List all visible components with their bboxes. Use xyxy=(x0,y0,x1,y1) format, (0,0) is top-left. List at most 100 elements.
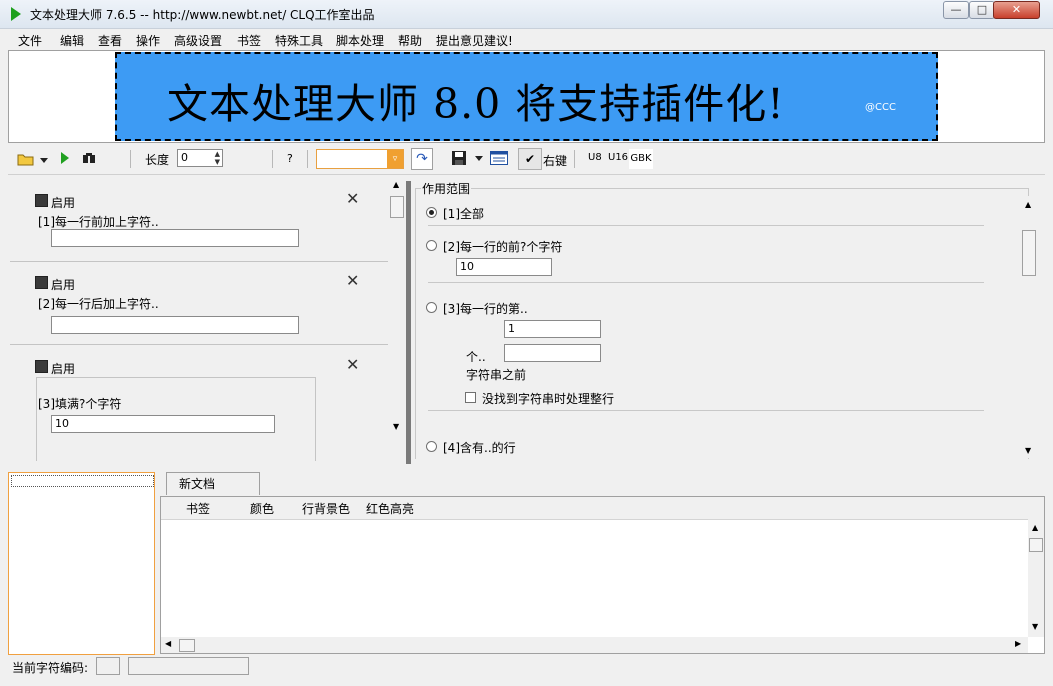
scroll-down-icon[interactable]: ▼ xyxy=(1032,622,1038,631)
menu-edit[interactable]: 编辑 xyxy=(60,32,84,49)
list-view-icon[interactable] xyxy=(490,151,508,165)
menu-advanced[interactable]: 高级设置 xyxy=(174,32,222,49)
window-title: 文本处理大师 7.6.5 -- http://www.newbt.net/ CL… xyxy=(30,8,375,22)
scroll-down-icon[interactable]: ▼ xyxy=(1025,446,1031,455)
prefix-text-input[interactable] xyxy=(51,229,299,247)
scroll-up-icon[interactable]: ▲ xyxy=(1032,523,1038,532)
left-scrollbar[interactable]: ▲ ▼ xyxy=(389,178,405,436)
scope-radio-nth[interactable] xyxy=(426,302,437,313)
close-icon[interactable]: ✕ xyxy=(346,189,359,208)
scope-radio-contains[interactable] xyxy=(426,441,437,452)
action-title: [2]每一行后加上字符.. xyxy=(38,297,159,311)
scope-option-nth: [3]每一行的第.. xyxy=(443,302,528,316)
menu-script[interactable]: 脚本处理 xyxy=(336,32,384,49)
binoculars-icon[interactable] xyxy=(82,152,96,164)
menu-file[interactable]: 文件 xyxy=(18,32,42,49)
scope-radio-all[interactable] xyxy=(426,207,437,218)
bookmark-hscroll[interactable]: ◀ ▶ xyxy=(161,637,1028,653)
encoding-status-value xyxy=(96,657,120,675)
divider xyxy=(428,282,984,283)
chevron-down-icon[interactable] xyxy=(40,158,48,163)
enable-checkbox[interactable] xyxy=(35,194,48,207)
nth-start-input[interactable]: 1 xyxy=(504,320,601,338)
enable-label: 启用 xyxy=(51,278,76,292)
length-label: 长度 xyxy=(145,153,170,167)
nth-suffix-label: 字符串之前 xyxy=(466,368,527,382)
scroll-up-icon[interactable]: ▲ xyxy=(1025,200,1031,209)
scroll-thumb[interactable] xyxy=(179,639,195,652)
minimize-button[interactable]: — xyxy=(943,1,969,19)
first-n-input[interactable]: 10 xyxy=(456,258,552,276)
length-spinner[interactable]: 0 ▲ ▼ xyxy=(177,149,223,167)
length-value: 0 xyxy=(181,151,188,164)
card-divider xyxy=(10,344,388,345)
menu-feedback[interactable]: 提出意见建议! xyxy=(436,32,513,49)
scope-radio-first-n[interactable] xyxy=(426,240,437,251)
close-button[interactable]: ✕ xyxy=(993,1,1040,19)
toolbar-separator xyxy=(130,150,131,168)
bookmark-panel: 书签 颜色 行背景色 红色高亮 ▲ ▼ ◀ ▶ xyxy=(160,496,1045,654)
banner-text: 文本处理大师 8.0 将支持插件化! xyxy=(167,80,785,128)
bookmark-vscroll[interactable]: ▲ ▼ xyxy=(1028,519,1044,637)
scope-group: 作用范围 [1]全部 [2]每一行的前?个字符 10 [3]每一行的第.. 1 … xyxy=(413,180,1043,460)
save-icon[interactable] xyxy=(452,151,466,165)
menu-bookmarks[interactable]: 书签 xyxy=(237,32,261,49)
whole-line-label: 没找到字符串时处理整行 xyxy=(482,392,615,406)
enable-checkbox[interactable] xyxy=(35,276,48,289)
toolbar-separator xyxy=(272,150,273,168)
pane-splitter[interactable] xyxy=(406,181,411,464)
menu-operate[interactable]: 操作 xyxy=(136,32,160,49)
run-icon[interactable] xyxy=(60,152,70,164)
enable-checkbox[interactable] xyxy=(35,360,48,373)
scroll-left-icon[interactable]: ◀ xyxy=(165,639,171,648)
status-bar: 当前字符编码: xyxy=(8,656,1045,678)
help-button[interactable]: ? xyxy=(287,152,293,165)
combo-dropdown-icon[interactable]: ▿ xyxy=(387,150,403,168)
scroll-up-icon[interactable]: ▲ xyxy=(393,180,399,189)
suffix-text-input[interactable] xyxy=(51,316,299,334)
menu-help[interactable]: 帮助 xyxy=(398,32,422,49)
fill-count-input[interactable]: 10 xyxy=(51,415,275,433)
column-red-highlight[interactable]: 红色高亮 xyxy=(366,500,414,517)
maximize-button[interactable]: □ xyxy=(969,1,995,19)
encoding-u16-button[interactable]: U16 xyxy=(608,152,628,163)
file-list[interactable] xyxy=(8,472,155,655)
encoding-gbk-button[interactable]: GBK xyxy=(629,149,653,169)
check-icon[interactable]: ✔ xyxy=(518,148,542,170)
promo-banner[interactable]: 文本处理大师 8.0 将支持插件化! @CCC xyxy=(115,52,938,141)
column-color[interactable]: 颜色 xyxy=(250,500,274,517)
status-field xyxy=(128,657,249,675)
chevron-down-icon[interactable] xyxy=(475,156,483,161)
toolbar-separator xyxy=(574,150,575,168)
spinner-arrows-icon[interactable]: ▲ ▼ xyxy=(215,150,220,166)
scroll-down-icon[interactable]: ▼ xyxy=(393,422,399,431)
close-icon[interactable]: ✕ xyxy=(346,271,359,290)
action-title: [1]每一行前加上字符.. xyxy=(38,215,159,229)
menu-bar: 文件 编辑 查看 操作 高级设置 书签 特殊工具 脚本处理 帮助 提出意见建议! xyxy=(8,30,1045,48)
file-list-item[interactable] xyxy=(11,475,154,487)
enable-label: 启用 xyxy=(51,196,76,210)
column-line-bg[interactable]: 行背景色 xyxy=(302,500,350,517)
search-combo[interactable]: ▿ xyxy=(316,149,404,169)
menu-view[interactable]: 查看 xyxy=(98,32,122,49)
banner-tag: @CCC xyxy=(865,102,896,113)
right-scrollbar[interactable]: ▲ ▼ xyxy=(1021,196,1037,458)
scope-option-all: [1]全部 xyxy=(443,207,484,221)
nth-count-input[interactable] xyxy=(504,344,601,362)
encoding-u8-button[interactable]: U8 xyxy=(588,152,602,163)
open-folder-icon[interactable] xyxy=(17,152,35,166)
tab-new-document[interactable]: 新文档 xyxy=(166,472,260,495)
column-bookmark[interactable]: 书签 xyxy=(186,500,210,517)
close-icon[interactable]: ✕ xyxy=(346,355,359,374)
menu-tools[interactable]: 特殊工具 xyxy=(275,32,323,49)
scroll-thumb[interactable] xyxy=(1029,538,1043,552)
redo-icon[interactable]: ↷ xyxy=(411,148,433,170)
card-divider xyxy=(10,261,388,262)
toolbar: 长度 0 ▲ ▼ ? ▿ ↷ ✔ 右键 U8 U16 GBK xyxy=(8,146,1045,175)
scroll-right-icon[interactable]: ▶ xyxy=(1015,639,1021,648)
scroll-thumb[interactable] xyxy=(1022,230,1036,276)
whole-line-checkbox[interactable] xyxy=(465,392,476,403)
tab-label: 新文档 xyxy=(179,477,216,491)
title-bar: 文本处理大师 7.6.5 -- http://www.newbt.net/ CL… xyxy=(0,0,1053,29)
scroll-thumb[interactable] xyxy=(390,196,404,218)
